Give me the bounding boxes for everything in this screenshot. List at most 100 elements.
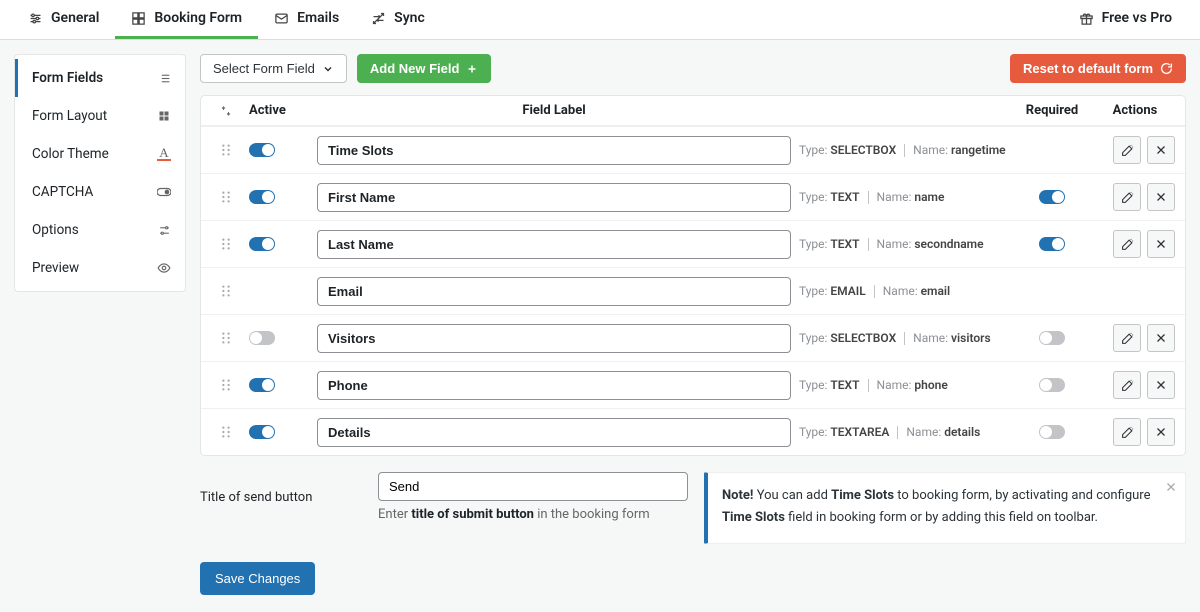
edit-field-button[interactable] [1113, 136, 1141, 164]
sidebar-item-form-fields[interactable]: Form Fields [15, 59, 185, 97]
active-toggle[interactable] [249, 425, 275, 439]
reset-default-button[interactable]: Reset to default form [1010, 54, 1186, 83]
table-row: Type: TEXTName: name [201, 173, 1185, 220]
sidebar-item-label: CAPTCHA [32, 184, 93, 200]
delete-field-button[interactable] [1147, 230, 1175, 258]
field-meta: Type: TEXTAREAName: details [799, 425, 1009, 439]
fields-table: Active Field Label Required Actions Type… [200, 95, 1186, 456]
drag-handle-icon[interactable] [211, 237, 241, 251]
active-toggle[interactable] [249, 378, 275, 392]
field-meta: Type: SELECTBOXName: rangetime [799, 143, 1009, 157]
timeslots-note: Note! You can add Time Slots to booking … [704, 472, 1186, 544]
drag-handle-icon[interactable] [211, 331, 241, 345]
edit-field-button[interactable] [1113, 418, 1141, 446]
actions-column-header: Actions [1095, 103, 1175, 118]
sidebar-item-color-theme[interactable]: Color Theme A [15, 135, 185, 173]
delete-field-button[interactable] [1147, 136, 1175, 164]
field-label-input[interactable] [317, 418, 791, 447]
tab-label: Booking Form [154, 10, 242, 26]
button-label: Save Changes [215, 571, 300, 586]
active-toggle[interactable] [249, 190, 275, 204]
sidebar-item-captcha[interactable]: CAPTCHA [15, 173, 185, 211]
active-toggle[interactable] [249, 331, 275, 345]
tab-sync[interactable]: Sync [355, 0, 441, 39]
sync-icon [371, 11, 386, 26]
delete-field-button[interactable] [1147, 183, 1175, 211]
field-meta: Type: TEXTName: name [799, 190, 1009, 204]
save-changes-button[interactable]: Save Changes [200, 562, 315, 595]
delete-field-button[interactable] [1147, 418, 1175, 446]
required-toggle[interactable] [1039, 331, 1065, 345]
tab-label: General [51, 10, 99, 26]
wand-icon [1121, 332, 1134, 345]
sliders-icon [28, 11, 43, 26]
table-row: Type: TEXTName: secondname [201, 220, 1185, 267]
delete-field-button[interactable] [1147, 371, 1175, 399]
add-new-field-button[interactable]: Add New Field [357, 54, 492, 83]
send-title-label: Title of send button [200, 490, 360, 505]
drag-handle-icon[interactable] [211, 378, 241, 392]
active-toggle[interactable] [249, 143, 275, 157]
drag-handle-icon[interactable] [211, 284, 241, 298]
field-meta: Type: SELECTBOXName: visitors [799, 331, 1009, 345]
required-toggle[interactable] [1039, 425, 1065, 439]
table-row: Type: SELECTBOXName: visitors [201, 314, 1185, 361]
sidebar-item-label: Form Layout [32, 108, 107, 124]
field-label-input[interactable] [317, 277, 791, 306]
toggle-icon [157, 185, 171, 199]
table-row: Type: EMAILName: email [201, 267, 1185, 314]
send-title-input[interactable] [378, 472, 688, 501]
tab-label: Emails [297, 10, 339, 26]
field-label-input[interactable] [317, 136, 791, 165]
sidebar-item-options[interactable]: Options [15, 211, 185, 249]
edit-field-button[interactable] [1113, 230, 1141, 258]
drag-handle-icon[interactable] [211, 425, 241, 439]
grid-icon [157, 109, 171, 123]
close-icon [1155, 332, 1167, 344]
field-label-input[interactable] [317, 324, 791, 353]
field-label-input[interactable] [317, 371, 791, 400]
close-icon [1155, 379, 1167, 391]
table-row: Type: TEXTAREAName: details [201, 408, 1185, 455]
send-title-hint: Enter title of submit button in the book… [378, 507, 688, 522]
required-toggle[interactable] [1039, 378, 1065, 392]
wand-icon [1121, 238, 1134, 251]
select-form-field-dropdown[interactable]: Select Form Field [200, 54, 347, 83]
field-label-input[interactable] [317, 230, 791, 259]
tab-booking-form[interactable]: Booking Form [115, 0, 258, 39]
close-icon [1155, 426, 1167, 438]
mail-icon [274, 11, 289, 26]
close-icon [1155, 144, 1167, 156]
sidebar: Form Fields Form Layout Color Theme A CA… [14, 54, 186, 292]
required-toggle[interactable] [1039, 237, 1065, 251]
tab-free-vs-pro[interactable]: Free vs Pro [1063, 0, 1188, 39]
wand-icon [1121, 191, 1134, 204]
required-toggle[interactable] [1039, 190, 1065, 204]
sidebar-item-preview[interactable]: Preview [15, 249, 185, 287]
close-icon [1155, 238, 1167, 250]
active-toggle[interactable] [249, 237, 275, 251]
gift-icon [1079, 11, 1094, 26]
edit-field-button[interactable] [1113, 183, 1141, 211]
sort-column-header[interactable] [211, 105, 241, 117]
field-label-input[interactable] [317, 183, 791, 212]
active-column-header: Active [249, 103, 309, 118]
delete-field-button[interactable] [1147, 324, 1175, 352]
edit-field-button[interactable] [1113, 371, 1141, 399]
edit-field-button[interactable] [1113, 324, 1141, 352]
drag-handle-icon[interactable] [211, 143, 241, 157]
table-row: Type: TEXTName: phone [201, 361, 1185, 408]
tab-general[interactable]: General [12, 0, 115, 39]
sidebar-item-label: Preview [32, 260, 79, 276]
tab-label: Sync [394, 10, 425, 26]
close-icon[interactable] [1165, 481, 1177, 493]
drag-handle-icon[interactable] [211, 190, 241, 204]
sidebar-item-label: Form Fields [32, 70, 103, 86]
tab-emails[interactable]: Emails [258, 0, 355, 39]
wand-icon [1121, 426, 1134, 439]
dropdown-label: Select Form Field [213, 61, 315, 76]
field-meta: Type: TEXTName: phone [799, 378, 1009, 392]
sidebar-item-form-layout[interactable]: Form Layout [15, 97, 185, 135]
chevron-down-icon [322, 63, 334, 75]
label-column-header: Field Label [317, 103, 791, 118]
